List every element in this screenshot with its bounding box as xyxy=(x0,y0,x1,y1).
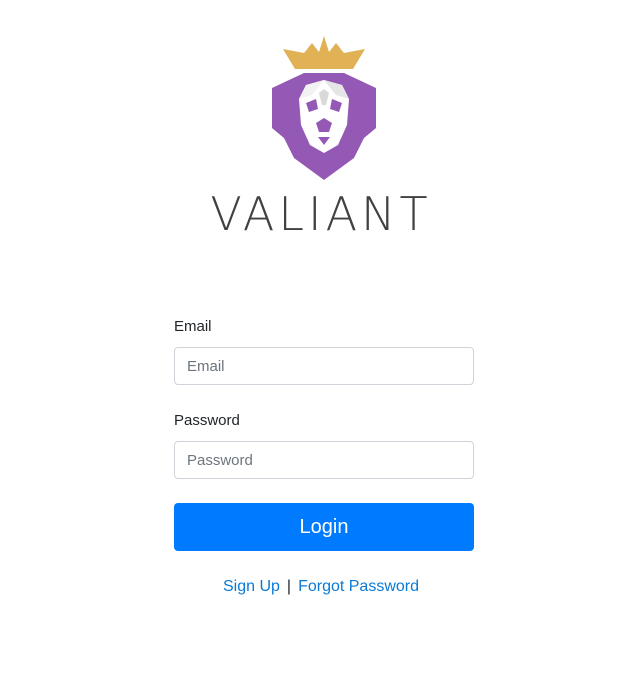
auth-links: Sign Up | Forgot Password xyxy=(0,577,642,597)
link-separator: | xyxy=(286,578,292,595)
brand-name: VALIANT xyxy=(210,187,432,241)
password-group: Password xyxy=(174,412,474,506)
crown-icon xyxy=(283,36,365,69)
login-button[interactable]: Login xyxy=(174,503,474,551)
login-form: Email Password Login xyxy=(174,318,474,551)
crowned-lion-icon xyxy=(266,33,382,181)
email-field[interactable] xyxy=(174,347,474,385)
password-field[interactable] xyxy=(174,441,474,479)
password-label: Password xyxy=(174,412,240,429)
sign-up-link[interactable]: Sign Up xyxy=(223,578,280,595)
forgot-password-link[interactable]: Forgot Password xyxy=(298,578,419,595)
email-group: Email xyxy=(174,318,474,412)
email-label: Email xyxy=(174,318,212,335)
